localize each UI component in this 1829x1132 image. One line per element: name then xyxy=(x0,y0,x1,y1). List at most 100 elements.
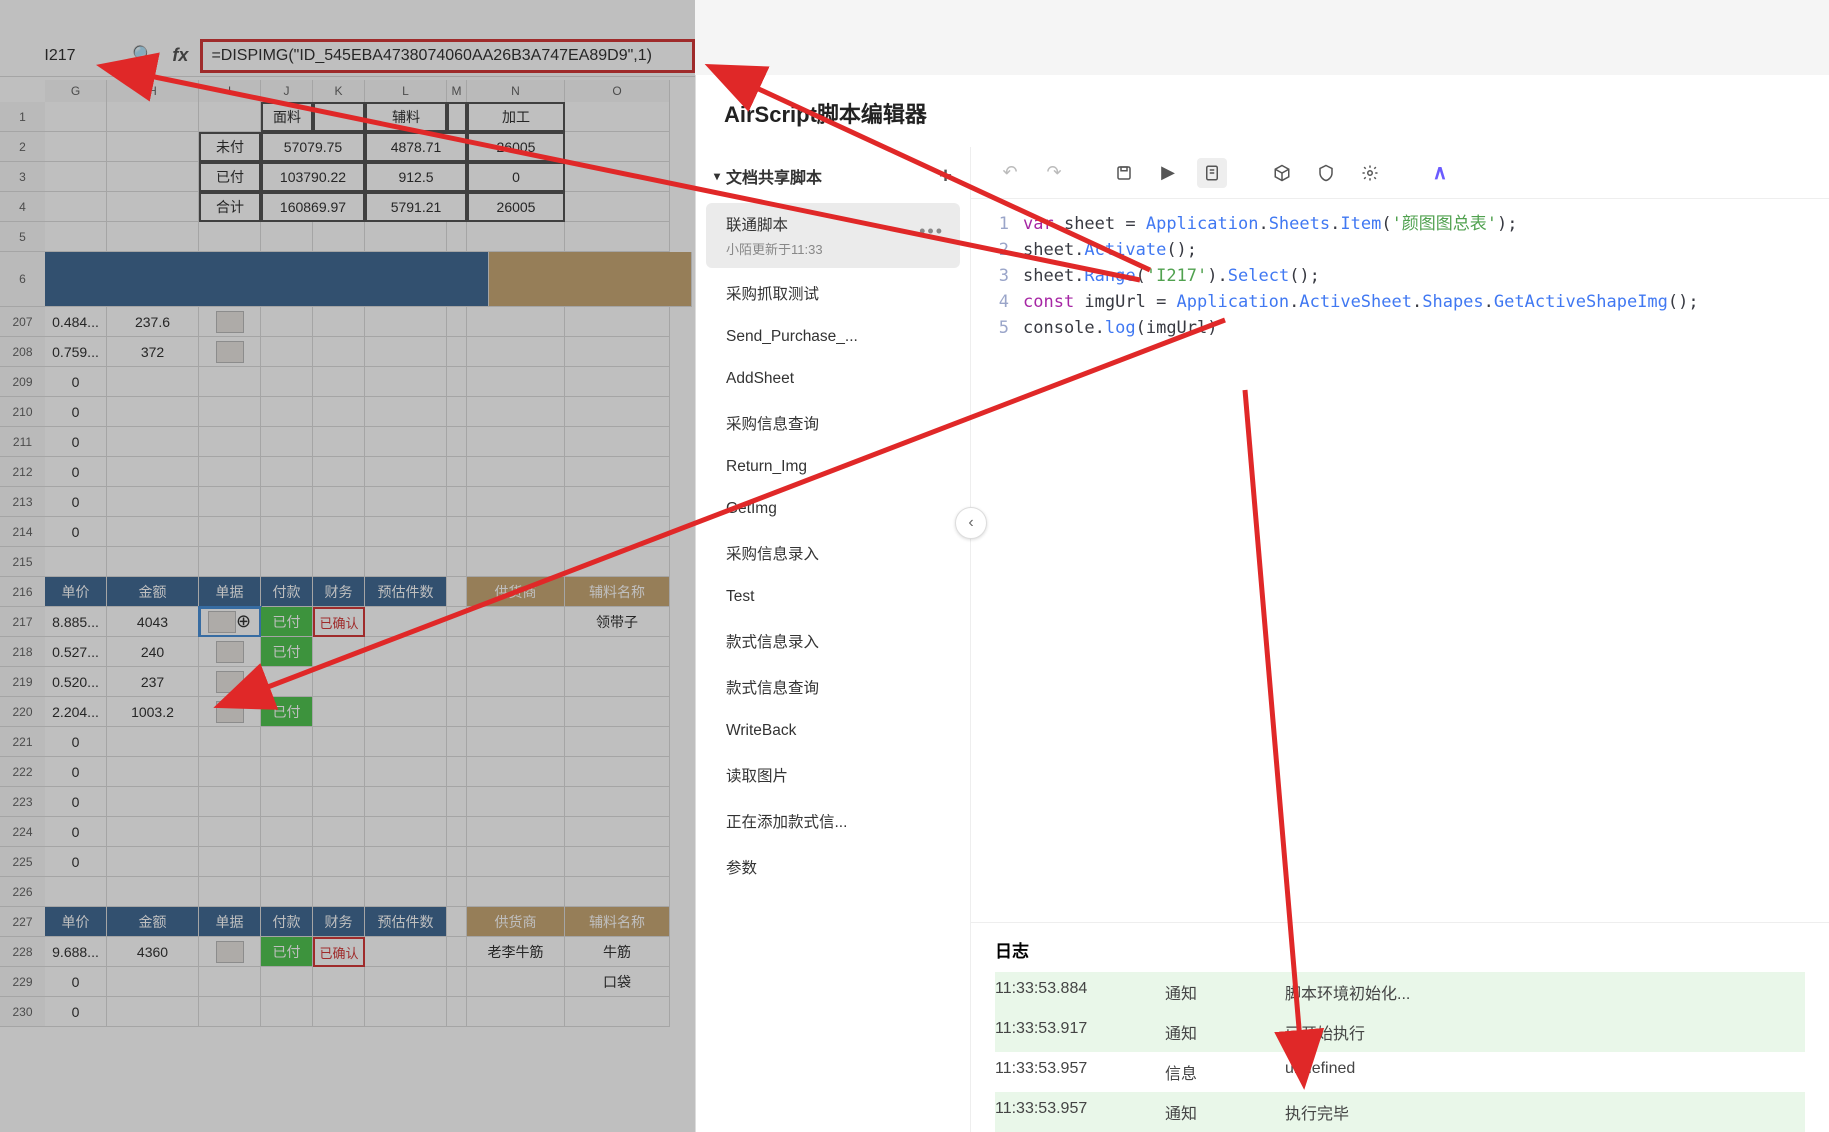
cell[interactable] xyxy=(365,697,447,727)
cell[interactable] xyxy=(447,757,467,787)
cell[interactable] xyxy=(313,307,365,337)
cell[interactable]: 0 xyxy=(45,397,107,427)
script-item[interactable]: Test xyxy=(706,578,960,616)
cell[interactable]: 领带子 xyxy=(565,607,670,637)
cell[interactable] xyxy=(447,967,467,997)
cell[interactable]: 0 xyxy=(45,367,107,397)
more-icon[interactable]: ••• xyxy=(919,221,944,242)
script-item[interactable]: 采购抓取测试 xyxy=(706,272,960,314)
cell[interactable] xyxy=(565,997,670,1027)
cell[interactable] xyxy=(467,817,565,847)
cell[interactable] xyxy=(565,397,670,427)
cell[interactable] xyxy=(365,487,447,517)
cell[interactable] xyxy=(261,337,313,367)
cell[interactable]: 已付 xyxy=(261,607,313,637)
cell[interactable] xyxy=(365,727,447,757)
cell[interactable] xyxy=(313,697,365,727)
cell[interactable] xyxy=(447,997,467,1027)
col-header[interactable]: J xyxy=(261,80,313,102)
cell[interactable]: 0.527... xyxy=(45,637,107,667)
cell[interactable]: 未付 xyxy=(199,132,261,162)
cell[interactable]: 0 xyxy=(467,162,565,192)
cell[interactable] xyxy=(313,877,365,907)
cell[interactable] xyxy=(313,637,365,667)
cell[interactable] xyxy=(365,367,447,397)
merged-header[interactable] xyxy=(45,252,489,307)
cell[interactable] xyxy=(467,517,565,547)
cell[interactable] xyxy=(199,547,261,577)
cell[interactable] xyxy=(447,397,467,427)
cell[interactable] xyxy=(261,517,313,547)
cell[interactable] xyxy=(447,727,467,757)
cell-header[interactable]: 单价 xyxy=(45,577,107,607)
cell[interactable] xyxy=(447,547,467,577)
cell[interactable] xyxy=(467,307,565,337)
cell[interactable] xyxy=(565,697,670,727)
row-header[interactable]: 211 xyxy=(0,427,45,457)
script-item[interactable]: 读取图片 xyxy=(706,754,960,796)
cell[interactable] xyxy=(447,697,467,727)
cell[interactable] xyxy=(199,997,261,1027)
cell[interactable] xyxy=(565,637,670,667)
cell[interactable] xyxy=(565,757,670,787)
cell[interactable]: 老李牛筋 xyxy=(467,937,565,967)
row-header[interactable]: 1 xyxy=(0,102,45,132)
row-header[interactable]: 220 xyxy=(0,697,45,727)
cell[interactable]: 加工 xyxy=(467,102,565,132)
cell[interactable] xyxy=(107,457,199,487)
cell[interactable] xyxy=(365,817,447,847)
cell-header[interactable]: 单据 xyxy=(199,577,261,607)
row-header[interactable]: 223 xyxy=(0,787,45,817)
cell[interactable] xyxy=(199,757,261,787)
cell[interactable] xyxy=(467,697,565,727)
cell[interactable] xyxy=(199,427,261,457)
cell[interactable] xyxy=(467,427,565,457)
cell[interactable] xyxy=(261,757,313,787)
cell[interactable]: 237.6 xyxy=(107,307,199,337)
cell[interactable] xyxy=(565,817,670,847)
col-header[interactable]: G xyxy=(45,80,107,102)
cell[interactable] xyxy=(261,427,313,457)
cell[interactable] xyxy=(199,727,261,757)
cell[interactable] xyxy=(365,667,447,697)
package-button[interactable] xyxy=(1267,158,1297,188)
cell[interactable] xyxy=(199,817,261,847)
code-editor[interactable]: 1 2 3 4 5 var sheet = Application.Sheets… xyxy=(971,199,1829,922)
cell[interactable] xyxy=(447,457,467,487)
cell[interactable]: 103790.22 xyxy=(261,162,365,192)
cell[interactable]: 4878.71 xyxy=(365,132,467,162)
cell[interactable] xyxy=(467,457,565,487)
cell[interactable]: 2.204... xyxy=(45,697,107,727)
row-header[interactable]: 221 xyxy=(0,727,45,757)
cell[interactable] xyxy=(107,397,199,427)
cell[interactable] xyxy=(365,547,447,577)
cell-header[interactable]: 供货商 xyxy=(467,577,565,607)
save-button[interactable] xyxy=(1109,158,1139,188)
cell[interactable] xyxy=(313,817,365,847)
cell[interactable]: 57079.75 xyxy=(261,132,365,162)
cell[interactable] xyxy=(447,787,467,817)
cell[interactable]: 已确认 xyxy=(313,937,365,967)
cell[interactable] xyxy=(199,667,261,697)
row-header[interactable]: 213 xyxy=(0,487,45,517)
cell[interactable] xyxy=(467,487,565,517)
cell[interactable] xyxy=(365,397,447,427)
cell[interactable] xyxy=(107,817,199,847)
cell[interactable] xyxy=(261,847,313,877)
cell[interactable] xyxy=(365,607,447,637)
cell[interactable] xyxy=(313,847,365,877)
row-header[interactable]: 209 xyxy=(0,367,45,397)
cell[interactable] xyxy=(447,637,467,667)
ai-button[interactable]: ∧ xyxy=(1425,158,1455,188)
cell[interactable] xyxy=(447,847,467,877)
cell[interactable]: 已付 xyxy=(261,637,313,667)
cell[interactable] xyxy=(565,457,670,487)
cell[interactable] xyxy=(467,997,565,1027)
cell[interactable] xyxy=(467,787,565,817)
cell[interactable]: 0 xyxy=(45,967,107,997)
row-header[interactable]: 228 xyxy=(0,937,45,967)
cell[interactable] xyxy=(261,817,313,847)
row-header[interactable]: 222 xyxy=(0,757,45,787)
cell-header[interactable]: 金额 xyxy=(107,907,199,937)
cell[interactable] xyxy=(199,937,261,967)
